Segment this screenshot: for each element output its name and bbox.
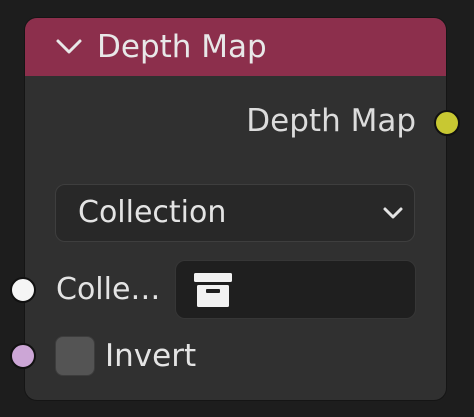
node-header[interactable]: Depth Map <box>25 18 446 76</box>
chevron-down-icon <box>382 205 404 221</box>
collection-field[interactable] <box>175 260 416 319</box>
mode-dropdown-value: Collection <box>78 195 227 230</box>
invert-label: Invert <box>105 338 197 374</box>
invert-checkbox[interactable] <box>55 336 95 376</box>
collection-input-label: Colle… <box>56 272 161 307</box>
collection-box-icon <box>192 270 234 310</box>
output-label: Depth Map <box>246 103 416 139</box>
mode-dropdown[interactable]: Collection <box>55 184 415 242</box>
depth-map-output-socket[interactable] <box>434 110 460 136</box>
chevron-down-icon[interactable] <box>55 35 83 59</box>
node-editor-canvas: Depth Map Depth Map Collection Colle… In… <box>0 0 474 417</box>
collection-input-socket[interactable] <box>10 277 36 303</box>
invert-input-socket[interactable] <box>10 343 36 369</box>
node-title: Depth Map <box>97 29 267 65</box>
depth-map-node[interactable]: Depth Map Depth Map Collection Colle… In… <box>25 18 446 400</box>
